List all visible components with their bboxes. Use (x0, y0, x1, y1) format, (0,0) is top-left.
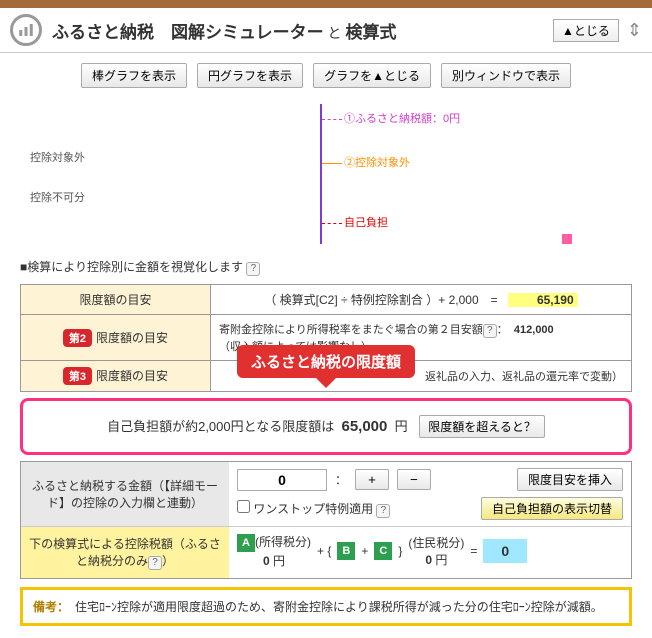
top-accent-bar (0, 0, 652, 8)
row2-label-text: 下の検算式による控除税額（ふるさと納税分のみ (29, 537, 221, 568)
jumin-label: (住民税分) (408, 536, 464, 550)
lower-row1-body: ： + − 限度目安を挿入 ワンストップ特例適用 ? 自己負担額の表示切替 (229, 462, 631, 526)
colon: ： (335, 471, 347, 488)
shotoku-label: (所得税分) (255, 535, 311, 549)
note-text: ■検算により控除別に金額を視覚化します (20, 260, 243, 274)
row2-label-cell: 第2 限度額の目安 (21, 315, 211, 361)
help-icon[interactable]: ? (483, 324, 497, 338)
legend-line-1: ①ふるさと納税額：0円 (322, 110, 460, 126)
row2-label: 限度額の目安 (96, 331, 168, 345)
val-bc: 0 (425, 553, 432, 567)
show-pie-button[interactable]: 円グラフを表示 (197, 63, 303, 88)
note-row: ■検算により控除別に金額を視覚化します ? (0, 254, 652, 280)
row3-label: 限度額の目安 (96, 369, 168, 383)
val-a: 0 (263, 554, 270, 568)
title-main: ふるさと納税 図解シミュレーター (52, 23, 324, 42)
row3-text: 返礼品の入力、返礼品の還元率で変動） (425, 371, 623, 383)
unit-bc: 円 (435, 553, 447, 567)
toolbar: 棒グラフを表示 円グラフを表示 グラフを▲とじる 別ウィンドウで表示 (0, 53, 652, 94)
lower-row2-label: 下の検算式による控除税額（ふるさと納税分のみ?） (21, 527, 229, 578)
lower-row-2: 下の検算式による控除税額（ふるさと納税分のみ?） A(所得税分) 0 円 + {… (21, 527, 631, 578)
help-icon[interactable]: ? (148, 556, 162, 570)
page-title: ふるさと納税 図解シミュレーター と 検算式 (52, 18, 553, 43)
onestop-checkbox[interactable] (237, 500, 250, 513)
lower-row2-body: A(所得税分) 0 円 + { B + C } (住民税分) 0 円 = 0 (229, 527, 631, 578)
minus-button[interactable]: − (397, 469, 431, 490)
tag-b: B (337, 542, 355, 560)
lower-row-1: ふるさと納税する金額（【詳細モード】の控除の入力欄と連動） ： + − 限度目安… (21, 462, 631, 527)
legend-line-2: ②控除対象外 (322, 154, 410, 170)
title-conj: と (324, 25, 346, 41)
insert-limit-button[interactable]: 限度目安を挿入 (517, 468, 623, 491)
row1-formula: （ 検算式[C2] ÷ 特例控除割合 ）+ 2,000 = (264, 293, 497, 307)
header: ふるさと納税 図解シミュレーター と 検算式 ▲とじる ⇕ (0, 8, 652, 53)
row2-text1: 寄附金控除により所得税率をまたぐ場合の第２目安額 (219, 324, 483, 336)
row1-body: （ 検算式[C2] ÷ 特例控除割合 ）+ 2,000 = 65,190 (211, 285, 632, 315)
onestop-label[interactable]: ワンストップ特例適用 ? (237, 500, 390, 518)
plus-sign-2: + (361, 544, 368, 558)
onestop-text: ワンストップ特例適用 (253, 502, 373, 516)
row2-value: 412,000 (514, 324, 554, 336)
tag-a: A (237, 534, 255, 552)
drag-handle-icon[interactable]: ⇕ (627, 20, 642, 41)
badge-2: 第2 (63, 329, 92, 347)
title-sub: 検算式 (345, 23, 396, 42)
highlight-value: 65,000 (341, 418, 387, 435)
badge-3: 第3 (63, 367, 92, 385)
help-icon[interactable]: ? (376, 504, 390, 518)
row3-label-cell: 第3 限度額の目安 (21, 361, 211, 392)
row1-value: 65,190 (508, 293, 578, 307)
tag-c: C (374, 542, 392, 560)
table-row: 限度額の目安 （ 検算式[C2] ÷ 特例控除割合 ）+ 2,000 = 65,… (21, 285, 632, 315)
axis-label-no: 控除不可分 (30, 189, 85, 205)
chart-area: 控除対象外 控除不可分 ①ふるさと納税額：0円 ②控除対象外 自己負担 (0, 94, 652, 254)
chart-icon (10, 14, 42, 46)
close-button[interactable]: ▲とじる (553, 19, 619, 42)
row2-label-end: ） (162, 554, 174, 568)
remark-label: 備考： (33, 600, 69, 614)
plus-sign: + { (317, 544, 331, 558)
lower-panel: ふるさと納税する金額（【詳細モード】の控除の入力欄と連動） ： + − 限度目安… (20, 461, 632, 579)
limit-highlight: ふるさと納税の限度額 自己負担額が約2,000円となる限度額は 65,000 円… (20, 398, 632, 455)
collapse-graph-button[interactable]: グラフを▲とじる (313, 63, 431, 88)
remark-box: 備考： 住宅ﾛｰﾝ控除が適用限度超過のため、寄附金控除により課税所得が減った分の住… (20, 587, 632, 626)
highlight-pre: 自己負担額が約2,000円となる限度額は (107, 419, 334, 434)
plus-button[interactable]: + (355, 469, 389, 490)
help-icon[interactable]: ? (246, 262, 260, 276)
toggle-display-button[interactable]: 自己負担額の表示切替 (481, 497, 623, 520)
unit-a: 円 (273, 554, 285, 568)
highlight-unit: 円 (395, 419, 408, 434)
row1-label: 限度額の目安 (21, 285, 211, 315)
remark-text: 住宅ﾛｰﾝ控除が適用限度超過のため、寄附金控除により課税所得が減った分の住宅ﾛｰ… (75, 600, 603, 614)
donation-input[interactable] (237, 469, 327, 491)
balloon-label: ふるさと納税の限度額 (237, 345, 415, 378)
show-bar-button[interactable]: 棒グラフを表示 (81, 63, 187, 88)
result-value: 0 (483, 539, 527, 563)
lower-row1-label: ふるさと納税する金額（【詳細モード】の控除の入力欄と連動） (21, 462, 229, 526)
axis-label-out: 控除対象外 (30, 149, 85, 165)
open-window-button[interactable]: 別ウィンドウで表示 (441, 63, 571, 88)
legend-line-3: 自己負担 (322, 214, 388, 230)
pink-marker-icon (562, 234, 572, 244)
brace-close: } (398, 544, 402, 558)
equals-sign: = (470, 544, 477, 558)
over-limit-button[interactable]: 限度額を超えると？ (419, 415, 545, 438)
